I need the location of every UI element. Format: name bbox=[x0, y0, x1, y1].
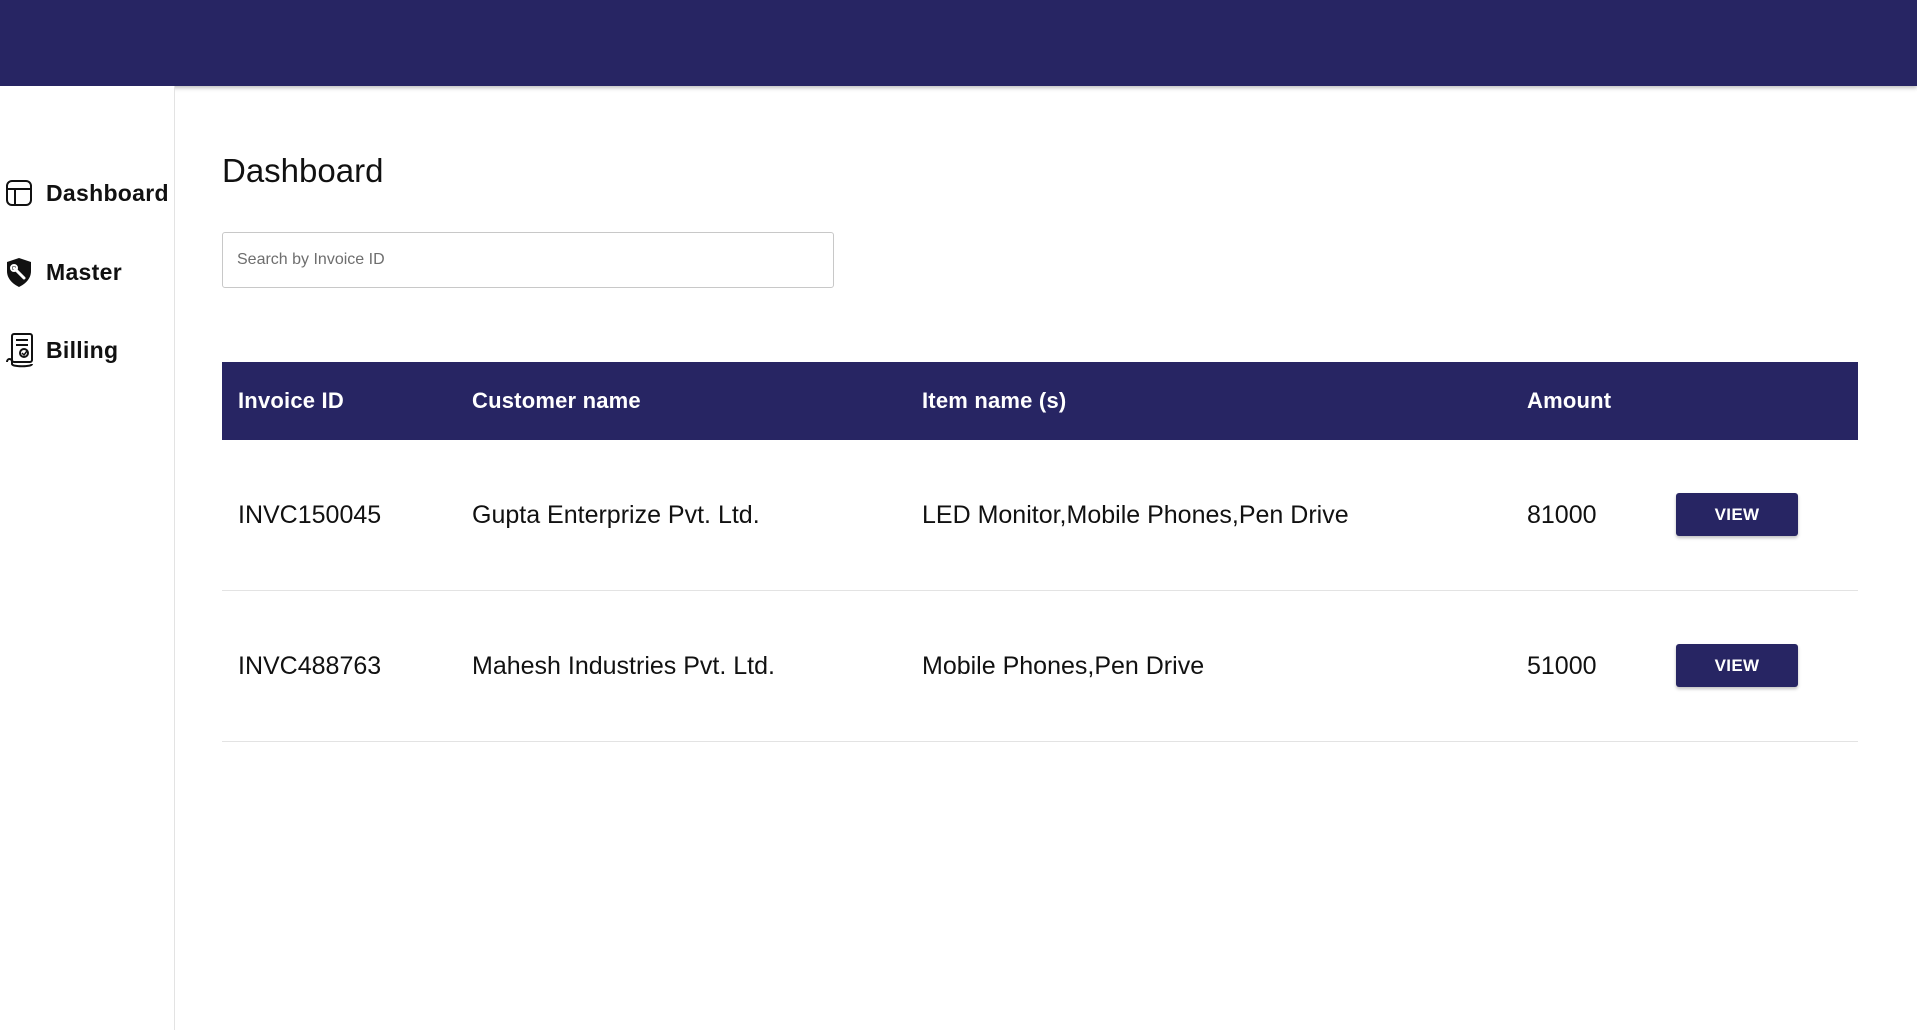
column-header-amount: Amount bbox=[1527, 388, 1612, 413]
sidebar-item-label: Master bbox=[46, 258, 122, 285]
layout-icon bbox=[4, 176, 38, 210]
amount-cell: 81000 bbox=[1527, 501, 1597, 529]
sidebar-item-label: Billing bbox=[46, 336, 119, 363]
sidebar-item-billing[interactable]: Billing bbox=[4, 329, 118, 371]
view-button[interactable]: VIEW bbox=[1676, 644, 1798, 687]
invoice-id-cell: INVC488763 bbox=[238, 652, 382, 680]
sidebar-item-dashboard[interactable]: Dashboard bbox=[4, 172, 169, 214]
sidebar-item-label: Dashboard bbox=[46, 179, 169, 206]
table-row: INVC150045 Gupta Enterprize Pvt. Ltd. LE… bbox=[222, 440, 1858, 591]
column-header-invoice-id: Invoice ID bbox=[238, 388, 344, 413]
table-header: Invoice ID Customer name Item name (s) A… bbox=[222, 362, 1858, 440]
invoice-table: Invoice ID Customer name Item name (s) A… bbox=[222, 362, 1858, 742]
view-button[interactable]: VIEW bbox=[1676, 493, 1798, 536]
item-names-cell: LED Monitor,Mobile Phones,Pen Drive bbox=[922, 501, 1349, 529]
receipt-icon bbox=[4, 333, 38, 368]
customer-name-cell: Mahesh Industries Pvt. Ltd. bbox=[472, 652, 775, 680]
invoice-id-cell: INVC150045 bbox=[238, 501, 382, 529]
customer-name-cell: Gupta Enterprize Pvt. Ltd. bbox=[472, 501, 760, 529]
top-app-bar bbox=[0, 0, 1917, 86]
search-input[interactable] bbox=[222, 232, 834, 288]
column-header-item-names: Item name (s) bbox=[922, 388, 1067, 413]
column-header-customer-name: Customer name bbox=[472, 388, 641, 413]
shield-icon bbox=[4, 255, 38, 289]
item-names-cell: Mobile Phones,Pen Drive bbox=[922, 652, 1205, 680]
sidebar: Dashboard Master Billing bbox=[0, 86, 175, 1030]
sidebar-item-master[interactable]: Master bbox=[4, 251, 122, 293]
page-title: Dashboard bbox=[222, 152, 384, 189]
table-row: INVC488763 Mahesh Industries Pvt. Ltd. M… bbox=[222, 591, 1858, 742]
amount-cell: 51000 bbox=[1527, 652, 1597, 680]
